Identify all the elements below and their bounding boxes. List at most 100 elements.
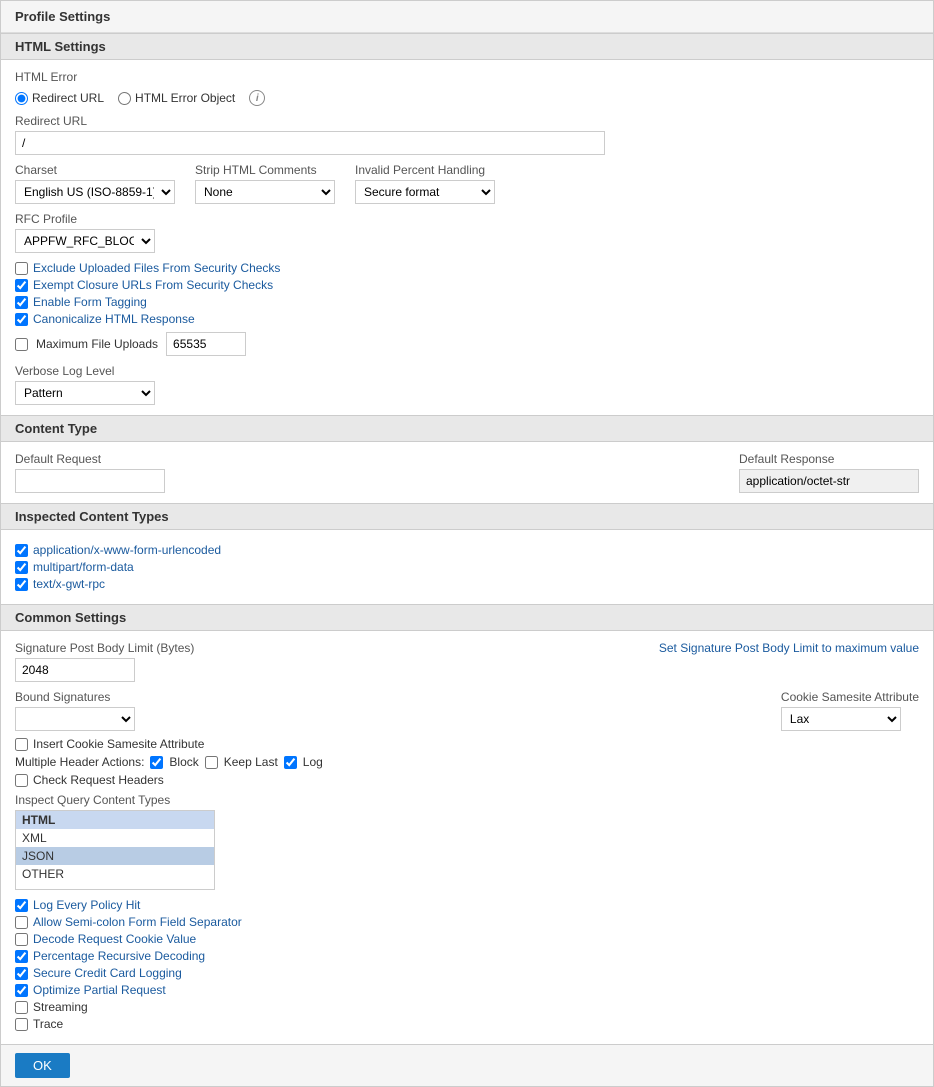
secure-cc-checkbox[interactable] (15, 967, 28, 980)
app-www-form-item: application/x-www-form-urlencoded (15, 543, 919, 557)
verbose-log-select[interactable]: Pattern (15, 381, 155, 405)
footer: OK (1, 1044, 933, 1086)
decode-cookie-label: Decode Request Cookie Value (33, 932, 196, 946)
check-request-checkbox[interactable] (15, 774, 28, 787)
max-file-uploads-label: Maximum File Uploads (36, 337, 158, 351)
optimize-partial-item: Optimize Partial Request (15, 983, 919, 997)
exempt-closure-checkbox[interactable] (15, 279, 28, 292)
redirect-url-radio[interactable] (15, 92, 28, 105)
redirect-url-radio-item: Redirect URL (15, 91, 104, 105)
charset-label: Charset (15, 163, 175, 177)
listbox-other-item[interactable]: OTHER (16, 865, 214, 883)
invalid-pct-label: Invalid Percent Handling (355, 163, 495, 177)
insert-cookie-checkbox[interactable] (15, 738, 28, 751)
multipart-form-checkbox[interactable] (15, 561, 28, 574)
default-request-input[interactable] (15, 469, 165, 493)
allow-semi-label: Allow Semi-colon Form Field Separator (33, 915, 242, 929)
default-response-label: Default Response (739, 452, 919, 466)
log-every-checkbox[interactable] (15, 899, 28, 912)
invalid-pct-select[interactable]: Secure format (355, 180, 495, 204)
default-response-input[interactable] (739, 469, 919, 493)
canonicalize-label: Canonicalize HTML Response (33, 312, 195, 326)
bound-sig-row: Bound Signatures Cookie Samesite Attribu… (15, 690, 919, 731)
html-error-object-radio[interactable] (118, 92, 131, 105)
multipart-form-label: multipart/form-data (33, 560, 134, 574)
title-bar: Profile Settings (1, 1, 933, 33)
verbose-log-label: Verbose Log Level (15, 364, 919, 378)
allow-semi-item: Allow Semi-colon Form Field Separator (15, 915, 919, 929)
trace-checkbox[interactable] (15, 1018, 28, 1031)
max-file-uploads-checkbox[interactable] (15, 338, 28, 351)
streaming-checkbox[interactable] (15, 1001, 28, 1014)
mha-block-checkbox[interactable] (150, 756, 163, 769)
common-checkboxes-group: Log Every Policy Hit Allow Semi-colon Fo… (15, 898, 919, 1031)
bound-sig-label: Bound Signatures (15, 690, 135, 704)
charset-row: Charset English US (ISO-8859-1) Strip HT… (15, 163, 919, 204)
mha-keep-last-checkbox[interactable] (205, 756, 218, 769)
app-www-form-label: application/x-www-form-urlencoded (33, 543, 221, 557)
pct-recursive-checkbox[interactable] (15, 950, 28, 963)
trace-label: Trace (33, 1017, 63, 1031)
charset-select[interactable]: English US (ISO-8859-1) (15, 180, 175, 204)
max-file-uploads-input[interactable] (166, 332, 246, 356)
strip-html-select[interactable]: None (195, 180, 335, 204)
listbox-json-item[interactable]: JSON (16, 847, 214, 865)
common-settings-body: Signature Post Body Limit (Bytes) Set Si… (1, 631, 933, 1044)
bound-sig-select[interactable] (15, 707, 135, 731)
decode-cookie-checkbox[interactable] (15, 933, 28, 946)
content-type-body: Default Request Default Response (1, 442, 933, 503)
rfc-profile-select[interactable]: APPFW_RFC_BLOCK (15, 229, 155, 253)
redirect-url-input[interactable] (15, 131, 605, 155)
multipart-form-item: multipart/form-data (15, 560, 919, 574)
insert-cookie-item: Insert Cookie Samesite Attribute (15, 737, 919, 751)
multiple-header-label: Multiple Header Actions: (15, 755, 144, 769)
multiple-header-row: Multiple Header Actions: Block Keep Last… (15, 755, 919, 769)
query-types-listbox[interactable]: HTML XML JSON OTHER (15, 810, 215, 890)
enable-form-checkbox[interactable] (15, 296, 28, 309)
inspected-content-types-body: application/x-www-form-urlencoded multip… (1, 530, 933, 604)
window-title: Profile Settings (15, 9, 110, 24)
charset-col: Charset English US (ISO-8859-1) (15, 163, 175, 204)
mha-keep-last-label: Keep Last (224, 755, 278, 769)
content-type-header: Content Type (1, 415, 933, 442)
allow-semi-checkbox[interactable] (15, 916, 28, 929)
pct-recursive-label: Percentage Recursive Decoding (33, 949, 205, 963)
sig-post-body-input[interactable] (15, 658, 135, 682)
mha-block-label: Block (169, 755, 198, 769)
cookie-samesite-select[interactable]: Lax (781, 707, 901, 731)
set-max-link[interactable]: Set Signature Post Body Limit to maximum… (659, 641, 919, 655)
mha-log-label: Log (303, 755, 323, 769)
optimize-partial-checkbox[interactable] (15, 984, 28, 997)
html-error-label: HTML Error (15, 70, 919, 84)
listbox-xml-item[interactable]: XML (16, 829, 214, 847)
html-settings-header: HTML Settings (1, 33, 933, 60)
check-request-headers-item: Check Request Headers (15, 773, 919, 787)
excl-uploaded-checkbox[interactable] (15, 262, 28, 275)
html-error-radio-group: Redirect URL HTML Error Object i (15, 90, 919, 106)
sig-post-body-row: Signature Post Body Limit (Bytes) Set Si… (15, 641, 919, 682)
text-gwt-item: text/x-gwt-rpc (15, 577, 919, 591)
html-checkboxes-group: Exclude Uploaded Files From Security Che… (15, 261, 919, 326)
app-www-form-checkbox[interactable] (15, 544, 28, 557)
ok-button[interactable]: OK (15, 1053, 70, 1078)
mha-log-checkbox[interactable] (284, 756, 297, 769)
redirect-url-label: Redirect URL (15, 114, 919, 128)
window: Profile Settings HTML Settings HTML Erro… (0, 0, 934, 1087)
secure-cc-label: Secure Credit Card Logging (33, 966, 182, 980)
decode-cookie-item: Decode Request Cookie Value (15, 932, 919, 946)
content-area: HTML Settings HTML Error Redirect URL HT… (1, 33, 933, 1044)
html-settings-body: HTML Error Redirect URL HTML Error Objec… (1, 60, 933, 415)
rfc-profile-label: RFC Profile (15, 212, 919, 226)
listbox-html-item[interactable]: HTML (16, 811, 214, 829)
inspect-query-label: Inspect Query Content Types (15, 793, 919, 807)
streaming-label: Streaming (33, 1000, 88, 1014)
invalid-pct-col: Invalid Percent Handling Secure format (355, 163, 495, 204)
max-file-uploads-row: Maximum File Uploads (15, 332, 919, 356)
canonicalize-item: Canonicalize HTML Response (15, 312, 919, 326)
text-gwt-checkbox[interactable] (15, 578, 28, 591)
strip-html-label: Strip HTML Comments (195, 163, 335, 177)
insert-cookie-label: Insert Cookie Samesite Attribute (33, 737, 204, 751)
html-error-info-icon[interactable]: i (249, 90, 265, 106)
canonicalize-checkbox[interactable] (15, 313, 28, 326)
html-error-object-radio-item: HTML Error Object (118, 91, 235, 105)
